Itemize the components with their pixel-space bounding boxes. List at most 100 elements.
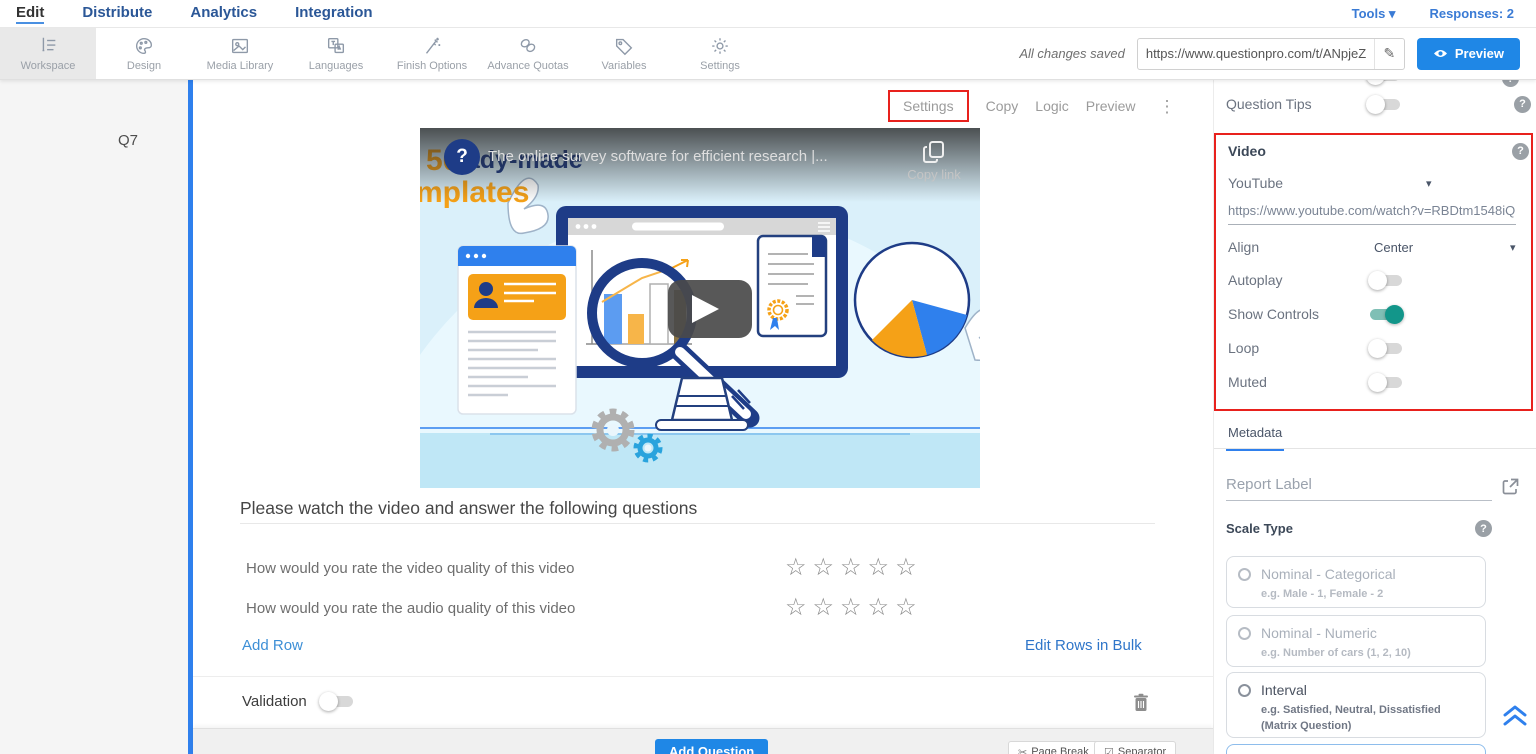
validation-label: Validation — [242, 693, 307, 710]
sidebar-question-q7[interactable]: Q7 — [118, 132, 138, 149]
channel-avatar[interactable]: ? — [444, 139, 480, 175]
translate-icon — [325, 35, 347, 57]
validation-row: Validation — [242, 693, 355, 710]
scale-option-nominal-categorical[interactable]: Nominal - Categorical e.g. Male - 1, Fem… — [1226, 556, 1486, 608]
tab-edit[interactable]: Edit — [16, 4, 44, 24]
question-settings-action[interactable]: Settings — [888, 90, 969, 122]
preview-button[interactable]: Preview — [1417, 38, 1520, 70]
toolbar-right: All changes saved https://www.questionpr… — [1019, 28, 1536, 79]
page-break-button[interactable]: ✂ Page Break — [1008, 741, 1099, 754]
question-tips-row: Question Tips ? — [1226, 96, 1524, 112]
top-nav-tabs: Edit Distribute Analytics Integration — [0, 4, 373, 24]
report-label-input[interactable]: Report Label — [1226, 476, 1492, 501]
video-url-input[interactable]: https://www.youtube.com/watch?v=RBDtm154… — [1228, 203, 1516, 225]
muted-label: Muted — [1228, 374, 1267, 390]
radio-icon[interactable] — [1238, 627, 1251, 640]
align-label: Align — [1228, 239, 1259, 255]
radio-icon[interactable] — [1238, 684, 1251, 697]
video-title[interactable]: The online survey software for efficient… — [488, 148, 828, 165]
question-logic-action[interactable]: Logic — [1035, 98, 1068, 114]
edit-rows-bulk-link[interactable]: Edit Rows in Bulk — [1025, 637, 1142, 654]
scale-option-next-clipped[interactable] — [1226, 744, 1486, 754]
toolbar-item-finish-options[interactable]: Finish Options — [384, 28, 480, 79]
star-icon[interactable]: ☆ — [868, 594, 896, 621]
muted-toggle[interactable] — [1368, 375, 1404, 390]
scale-option-nominal-numeric[interactable]: Nominal - Numeric e.g. Number of cars (1… — [1226, 615, 1486, 667]
toolbar-label: Finish Options — [397, 60, 467, 72]
star-rating-row-1[interactable]: ☆☆☆☆☆ — [785, 553, 923, 582]
add-question-button[interactable]: Add Question — [655, 739, 768, 754]
copy-link-label: Copy link — [902, 167, 966, 182]
chain-links-icon — [517, 35, 539, 57]
video-section-header: Video ? — [1228, 143, 1526, 159]
show-controls-toggle[interactable] — [1368, 307, 1404, 322]
video-provider-select[interactable]: YouTube ▾ — [1228, 175, 1526, 191]
video-title-overlay: ? The online survey software for efficie… — [420, 128, 980, 202]
autoplay-label: Autoplay — [1228, 272, 1282, 288]
edit-url-button[interactable]: ✎ — [1374, 39, 1404, 69]
questionpro-survey-editor: Edit Distribute Analytics Integration To… — [0, 0, 1536, 754]
question-settings-panel: ? Question Tips ? Video ? YouTube ▾ http… — [1214, 80, 1536, 754]
matrix-row-label[interactable]: How would you rate the audio quality of … — [246, 600, 575, 617]
align-value[interactable]: Center — [1374, 240, 1413, 255]
question-preview-action[interactable]: Preview — [1086, 98, 1136, 114]
survey-url-input[interactable]: https://www.questionpro.com/t/ANpjeZ — [1138, 46, 1374, 61]
star-icon[interactable]: ☆ — [813, 554, 841, 581]
delete-question-icon[interactable] — [1133, 693, 1149, 712]
tab-analytics[interactable]: Analytics — [190, 4, 257, 24]
chevron-down-icon[interactable]: ▾ — [1510, 241, 1516, 254]
scale-option-label: Interval — [1261, 682, 1475, 698]
save-status: All changes saved — [1019, 46, 1125, 61]
toolbar-item-settings[interactable]: Settings — [672, 28, 768, 79]
question-tips-help-icon[interactable]: ? — [1514, 96, 1531, 113]
star-icon[interactable]: ☆ — [895, 594, 923, 621]
star-icon[interactable]: ☆ — [840, 554, 868, 581]
video-help-icon[interactable]: ? — [1512, 143, 1529, 160]
scale-option-interval[interactable]: Interval e.g. Satisfied, Neutral, Dissat… — [1226, 672, 1486, 738]
scale-type-help-icon[interactable]: ? — [1475, 520, 1492, 537]
tools-menu[interactable]: Tools ▾ — [1352, 6, 1396, 22]
star-icon[interactable]: ☆ — [840, 594, 868, 621]
toolbar-item-design[interactable]: Design — [96, 28, 192, 79]
loop-row: Loop — [1228, 340, 1526, 356]
toolbar-item-media-library[interactable]: Media Library — [192, 28, 288, 79]
star-rating-row-2[interactable]: ☆☆☆☆☆ — [785, 593, 923, 622]
scale-type-row: Scale Type ? — [1226, 520, 1492, 537]
star-icon[interactable]: ☆ — [813, 594, 841, 621]
scissors-icon: ✂ — [1018, 746, 1027, 754]
question-tips-toggle[interactable] — [1366, 97, 1402, 112]
star-icon[interactable]: ☆ — [868, 554, 896, 581]
copy-link-button[interactable]: Copy link — [902, 140, 966, 182]
toolbar-item-workspace[interactable]: Workspace — [0, 28, 96, 79]
toolbar-label: Media Library — [207, 60, 274, 72]
matrix-row-label[interactable]: How would you rate the video quality of … — [246, 560, 575, 577]
toolbar-item-languages[interactable]: Languages — [288, 28, 384, 79]
video-player-preview[interactable]: 50 ady-made mplates — [420, 128, 980, 488]
separator-button[interactable]: ☑ Separator — [1094, 741, 1176, 754]
star-icon[interactable]: ☆ — [785, 594, 813, 621]
show-controls-label: Show Controls — [1228, 306, 1319, 322]
toolbar-label: Workspace — [21, 60, 76, 72]
question-copy-action[interactable]: Copy — [986, 98, 1019, 114]
toolbar-item-advance-quotas[interactable]: Advance Quotas — [480, 28, 576, 79]
pencil-icon: ✎ — [1383, 45, 1395, 62]
external-link-icon[interactable] — [1502, 478, 1519, 495]
more-options-icon[interactable]: ⋮ — [1153, 98, 1176, 115]
question-text[interactable]: Please watch the video and answer the fo… — [240, 498, 697, 519]
star-icon[interactable]: ☆ — [785, 554, 813, 581]
radio-icon[interactable] — [1238, 568, 1251, 581]
tab-integration[interactable]: Integration — [295, 4, 373, 24]
validation-toggle[interactable] — [319, 694, 355, 709]
add-row-link[interactable]: Add Row — [242, 637, 303, 654]
tab-distribute[interactable]: Distribute — [82, 4, 152, 24]
autoplay-toggle[interactable] — [1368, 273, 1404, 288]
star-icon[interactable]: ☆ — [895, 554, 923, 581]
toolbar-item-variables[interactable]: Variables — [576, 28, 672, 79]
loop-toggle[interactable] — [1368, 341, 1404, 356]
copy-icon — [923, 140, 945, 164]
workspace-icon — [37, 35, 59, 57]
collapse-panel-icon[interactable] — [1502, 704, 1528, 728]
checkbox-icon: ☑ — [1104, 746, 1114, 754]
responses-link[interactable]: Responses: 2 — [1429, 6, 1514, 22]
top-navigation: Edit Distribute Analytics Integration To… — [0, 0, 1536, 28]
